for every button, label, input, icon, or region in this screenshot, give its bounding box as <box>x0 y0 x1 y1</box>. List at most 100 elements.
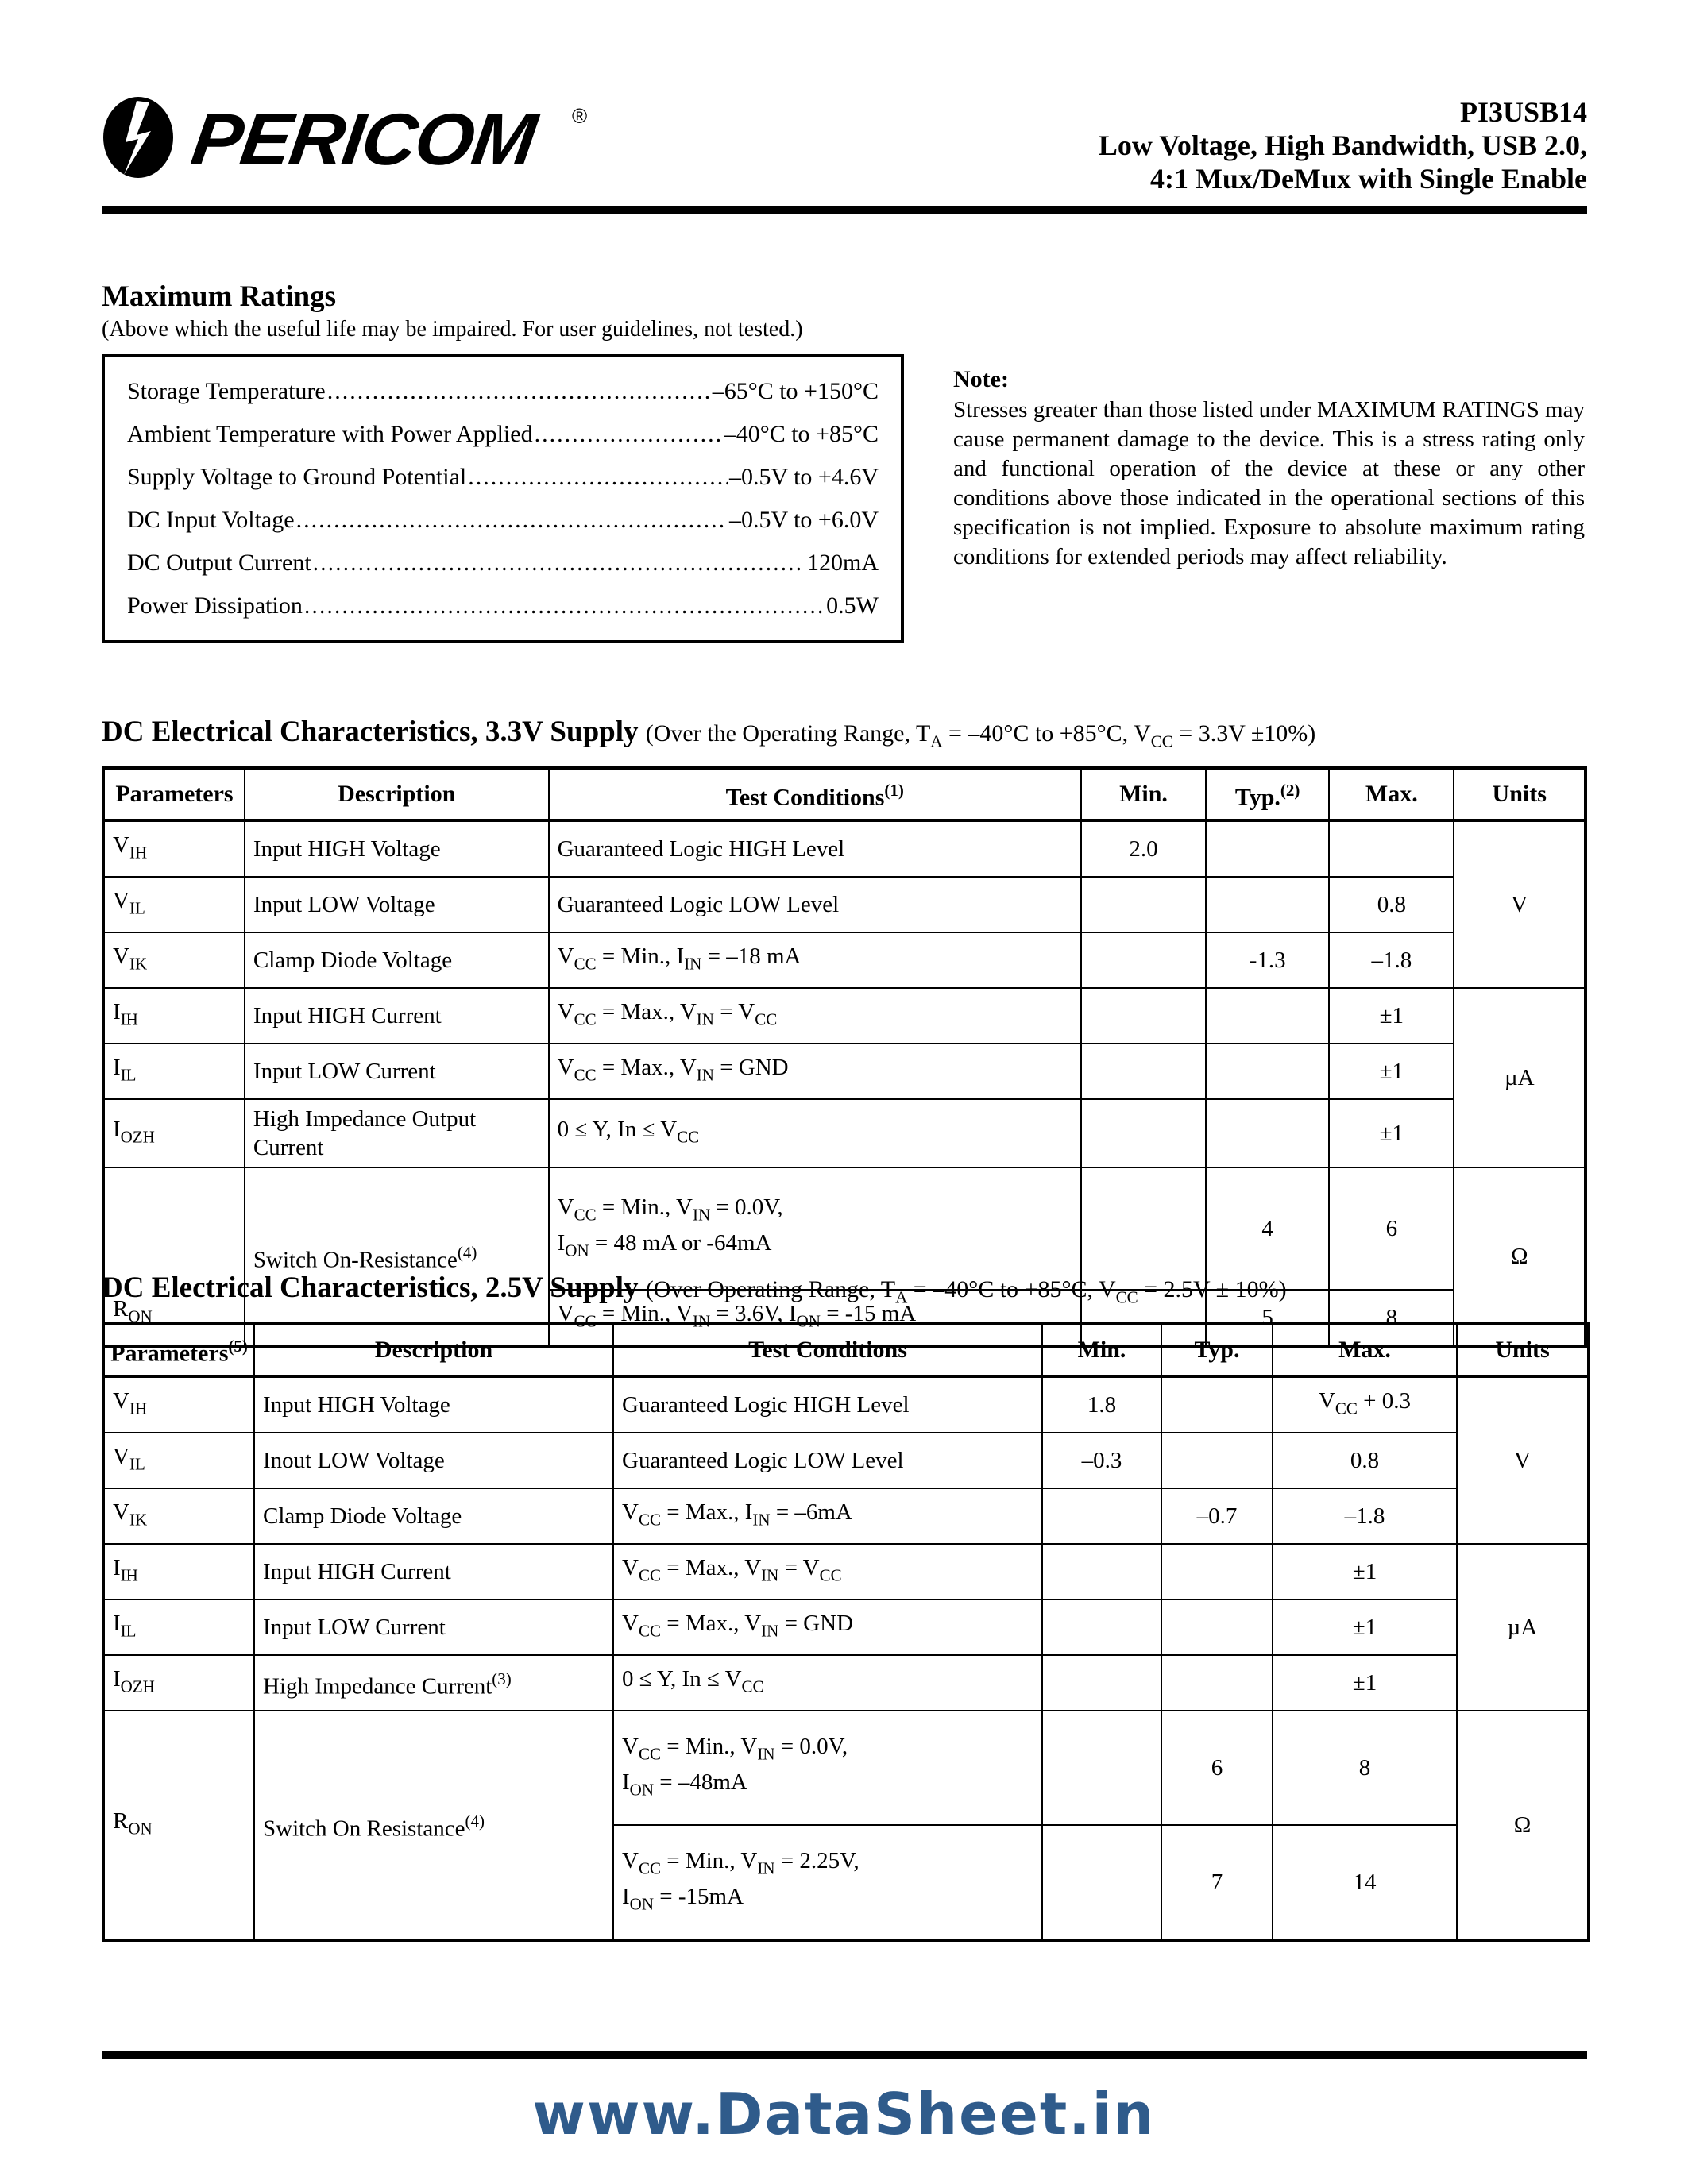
desc-cell: Input LOW Current <box>253 1598 614 1656</box>
rating-value: –65°C to +150°C <box>712 378 879 404</box>
table-25v-title-bold: DC Electrical Characteristics, 2.5V Supp… <box>102 1271 639 1304</box>
rating-label: Power Dissipation <box>127 592 303 619</box>
title-line-3: 4:1 Mux/DeMux with Single Enable <box>1149 163 1587 195</box>
min-cell <box>1041 1542 1162 1600</box>
table-row: VIL Inout LOW Voltage Guaranteed Logic L… <box>102 1431 1589 1489</box>
max-cell: VCC + 0.3 <box>1272 1375 1458 1433</box>
min-cell <box>1041 1653 1162 1711</box>
note-heading: Note: <box>953 366 1009 392</box>
typ-cell <box>1161 1542 1273 1600</box>
min-cell: 2.0 <box>1080 819 1207 878</box>
min-cell <box>1080 986 1207 1044</box>
min-cell <box>1080 1042 1207 1100</box>
col-test-conditions: Test Conditions <box>612 1323 1043 1378</box>
maximum-ratings-heading: Maximum Ratings <box>102 280 336 313</box>
rating-row: DC Input Voltage .......................… <box>127 499 879 542</box>
maximum-ratings-box: Storage Temperature ....................… <box>102 354 904 643</box>
desc-cell: High Impedance Output Current <box>243 1098 550 1168</box>
param-cell: VIH <box>102 819 245 878</box>
units-cell: Ω <box>1456 1709 1590 1941</box>
col-parameters: Parameters <box>102 767 245 822</box>
typ-cell <box>1205 819 1331 878</box>
desc-cell: Input HIGH Voltage <box>253 1375 614 1433</box>
table-row: VIK Clamp Diode Voltage VCC = Min., IIN … <box>102 931 1586 989</box>
rating-value: 120mA <box>807 550 879 576</box>
min-cell: 1.8 <box>1041 1375 1162 1433</box>
cond-cell: VCC = Max., VIN = GND <box>612 1598 1043 1656</box>
rating-row: Power Dissipation ......................… <box>127 585 879 627</box>
table-row: IIH Input HIGH Current VCC = Max., VIN =… <box>102 1542 1590 1711</box>
max-cell: 0.8 <box>1328 875 1455 933</box>
cond-cell: VCC = Max., IIN = –6mA <box>612 1487 1043 1545</box>
lightning-bolt-icon <box>103 97 173 178</box>
param-cell: VIL <box>102 875 245 933</box>
note-block: Note: Stresses greater than those listed… <box>953 365 1585 572</box>
leader-dots: ........................................… <box>326 378 711 404</box>
param-cell: IIL <box>102 1042 245 1100</box>
col-max: Max. <box>1328 767 1455 822</box>
col-max: Max. <box>1272 1323 1458 1378</box>
param-cell: VIK <box>102 1487 255 1545</box>
typ-cell: -1.3 <box>1205 931 1331 989</box>
rating-row: Ambient Temperature with Power Applied .… <box>127 413 879 456</box>
max-cell: ±1 <box>1328 986 1455 1044</box>
units-cell: V <box>1453 819 1586 989</box>
desc-cell: Input LOW Current <box>243 1042 550 1100</box>
maximum-ratings-subheading: (Above which the useful life may be impa… <box>102 317 803 341</box>
part-number: PI3USB14 <box>1459 96 1587 128</box>
table-33v-title-bold: DC Electrical Characteristics, 3.3V Supp… <box>102 716 639 748</box>
table-row: IIH Input HIGH Current VCC = Max., VIN =… <box>102 986 1586 1168</box>
typ-cell <box>1205 986 1331 1044</box>
leader-dots: ........................................… <box>468 464 728 490</box>
leader-dots: ........................................… <box>303 592 825 619</box>
datasheet-page: PERICOM ® PI3USB14 Low Voltage, High Ban… <box>0 0 1688 2184</box>
leader-dots: ........................................… <box>295 507 728 533</box>
max-cell: 8 <box>1272 1709 1458 1826</box>
param-cell: IIL <box>102 1598 255 1656</box>
max-cell: –1.8 <box>1272 1487 1458 1545</box>
param-cell: VIK <box>102 931 245 989</box>
desc-cell: Input HIGH Current <box>243 986 550 1044</box>
col-min: Min. <box>1041 1323 1162 1378</box>
col-typ: Typ. <box>1161 1323 1273 1378</box>
max-cell: ±1 <box>1272 1598 1458 1656</box>
desc-cell: High Impedance Current(3) <box>253 1653 614 1711</box>
desc-cell: Input LOW Voltage <box>243 875 550 933</box>
table-25v-title-conditions: (Over Operating Range, TA = –40°C to +85… <box>645 1276 1287 1307</box>
rating-row: DC Output Current ......................… <box>127 542 879 585</box>
col-parameters: Parameters(5) <box>102 1323 255 1378</box>
desc-cell: Switch On Resistance(4) <box>253 1709 614 1941</box>
cond-cell: 0 ≤ Y, In ≤ VCC <box>612 1653 1043 1711</box>
rating-label: Supply Voltage to Ground Potential <box>127 464 467 490</box>
rating-label: Ambient Temperature with Power Applied <box>127 421 533 447</box>
leader-dots: ........................................… <box>312 550 805 576</box>
typ-cell: 7 <box>1161 1823 1273 1941</box>
table-row: VIH Input HIGH Voltage Guaranteed Logic … <box>102 1375 1590 1545</box>
typ-cell: –0.7 <box>1161 1487 1273 1545</box>
max-cell: 14 <box>1272 1823 1458 1941</box>
typ-cell <box>1205 1098 1331 1168</box>
max-cell: 0.8 <box>1272 1431 1458 1489</box>
table-row: IIL Input LOW Current VCC = Max., VIN = … <box>102 1042 1586 1100</box>
cond-cell: Guaranteed Logic LOW Level <box>612 1431 1043 1489</box>
table-row: VIH Input HIGH Voltage Guaranteed Logic … <box>102 819 1586 989</box>
cond-cell: VCC = Min., VIN = 0.0V, ION = –48mA <box>612 1709 1043 1826</box>
rating-value: –0.5V to +4.6V <box>728 464 879 490</box>
rating-row: Storage Temperature ....................… <box>127 370 879 413</box>
min-cell <box>1080 931 1207 989</box>
min-cell <box>1041 1709 1162 1826</box>
param-cell: IOZH <box>102 1653 255 1711</box>
units-cell: µA <box>1456 1542 1590 1711</box>
rating-value: 0.5W <box>826 592 879 619</box>
col-min: Min. <box>1080 767 1207 822</box>
footer-watermark-url: www.DataSheet.in <box>532 2081 1156 2147</box>
param-cell: IIH <box>102 986 245 1044</box>
max-cell <box>1328 819 1455 878</box>
table-row: VIL Input LOW Voltage Guaranteed Logic L… <box>102 875 1586 933</box>
typ-cell <box>1205 875 1331 933</box>
desc-cell: Input HIGH Voltage <box>243 819 550 878</box>
table-header-row: Parameters Description Test Conditions(1… <box>102 767 1586 822</box>
svg-text:PERICOM: PERICOM <box>187 98 543 179</box>
desc-cell: Inout LOW Voltage <box>253 1431 614 1489</box>
typ-cell <box>1161 1431 1273 1489</box>
